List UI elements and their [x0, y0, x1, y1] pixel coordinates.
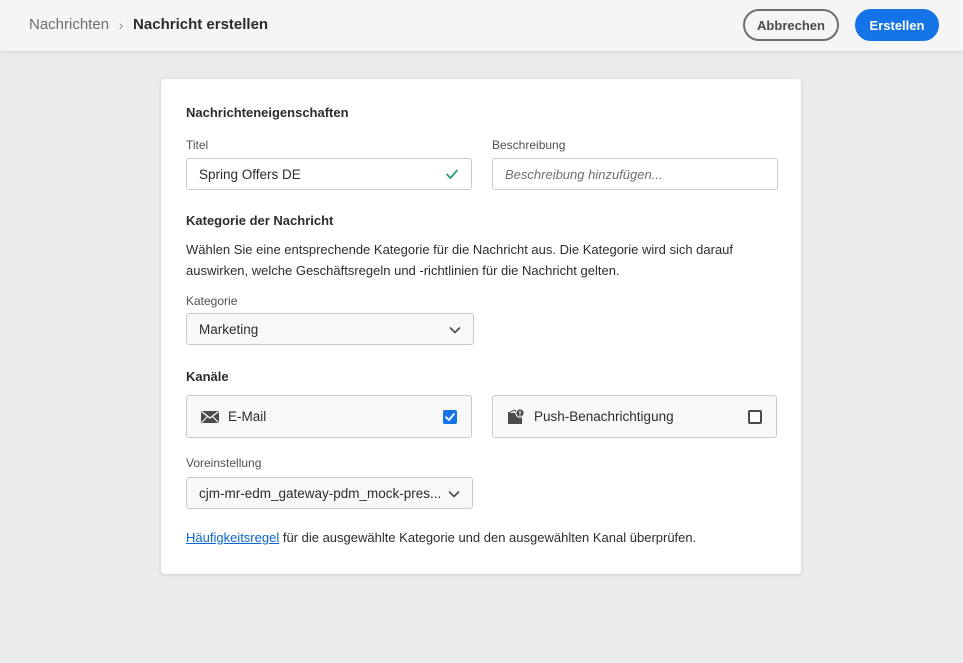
frequency-rule-text: für die ausgewählte Kategorie und den au… — [279, 530, 697, 545]
category-label: Kategorie — [186, 294, 238, 308]
chevron-down-icon — [449, 327, 461, 334]
channel-push-label: Push-Benachrichtigung — [534, 409, 674, 424]
channel-email-checkbox[interactable] — [443, 410, 457, 424]
title-label: Titel — [186, 138, 209, 152]
envelope-icon — [201, 410, 219, 423]
breadcrumb-messages-link[interactable]: Nachrichten — [29, 16, 109, 33]
category-heading: Kategorie der Nachricht — [186, 213, 334, 228]
channel-email-label: E-Mail — [228, 409, 267, 424]
preset-selected-value: cjm-mr-edm_gateway-pdm_mock-pres... — [199, 485, 442, 501]
checkmark-icon — [445, 413, 455, 421]
preset-dropdown[interactable]: cjm-mr-edm_gateway-pdm_mock-pres... — [186, 477, 473, 509]
top-bar: Nachrichten › Nachricht erstellen Abbrec… — [0, 0, 963, 52]
preset-label: Voreinstellung — [186, 456, 262, 470]
description-placeholder: Beschreibung hinzufügen... — [505, 166, 663, 182]
chevron-down-icon — [448, 491, 460, 498]
channel-email-card[interactable]: E-Mail — [186, 395, 472, 438]
valid-check-icon — [446, 169, 458, 179]
push-notification-icon — [507, 408, 525, 424]
frequency-rule-note: Häufigkeitsregel für die ausgewählte Kat… — [186, 530, 696, 545]
category-dropdown[interactable]: Marketing — [186, 313, 474, 345]
frequency-rule-link[interactable]: Häufigkeitsregel — [186, 530, 279, 545]
cancel-button[interactable]: Abbrechen — [743, 9, 839, 41]
category-description-line-2: auswirken, welche Geschäftsregeln und -r… — [186, 263, 620, 278]
channel-push-card[interactable]: Push-Benachrichtigung — [492, 395, 777, 438]
description-field[interactable]: Beschreibung hinzufügen... — [492, 158, 778, 190]
channels-heading: Kanäle — [186, 369, 229, 384]
channel-push-checkbox[interactable] — [748, 410, 762, 424]
message-properties-card: Nachrichteneigenschaften Titel Spring Of… — [161, 79, 801, 574]
background-panel — [156, 583, 806, 663]
create-button[interactable]: Erstellen — [855, 9, 939, 41]
title-field[interactable]: Spring Offers DE — [186, 158, 472, 190]
properties-heading: Nachrichteneigenschaften — [186, 105, 349, 120]
breadcrumb-separator-icon: › — [118, 16, 124, 33]
category-description-line-1: Wählen Sie eine entsprechende Kategorie … — [186, 242, 734, 257]
category-description: Wählen Sie eine entsprechende Kategorie … — [186, 239, 786, 281]
breadcrumb: Nachrichten › Nachricht erstellen — [29, 16, 268, 33]
title-value: Spring Offers DE — [199, 166, 301, 182]
category-selected-value: Marketing — [199, 321, 259, 337]
description-label: Beschreibung — [492, 138, 566, 152]
page-title: Nachricht erstellen — [133, 16, 269, 33]
